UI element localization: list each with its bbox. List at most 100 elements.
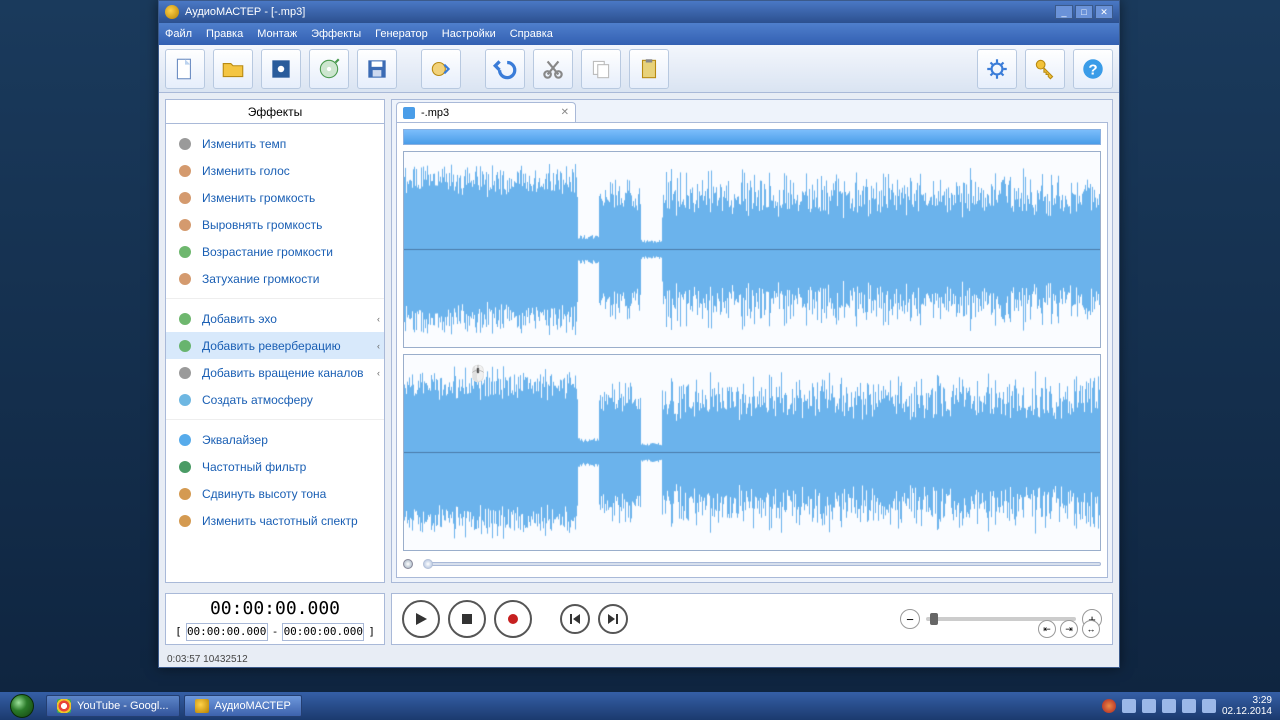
effect-item[interactable]: Частотный фильтр	[166, 453, 384, 480]
waveform-right[interactable]	[403, 354, 1101, 551]
range-separator: -	[272, 625, 279, 638]
effect-item[interactable]: Эквалайзер	[166, 426, 384, 453]
chevron-right-icon: ‹	[377, 368, 380, 378]
minimize-button[interactable]: _	[1055, 5, 1073, 19]
cd-import-button[interactable]	[309, 49, 349, 89]
menu-file[interactable]: Файл	[165, 28, 192, 40]
effect-label: Затухание громкости	[202, 272, 319, 286]
maximize-button[interactable]: □	[1075, 5, 1093, 19]
overview-waveform[interactable]	[403, 129, 1101, 145]
tray-icon[interactable]	[1162, 699, 1176, 713]
help-button[interactable]: ?	[1073, 49, 1113, 89]
nav-start-button[interactable]: ⇤	[1038, 620, 1056, 638]
menu-settings[interactable]: Настройки	[442, 28, 496, 40]
effect-item[interactable]: Сдвинуть высоту тона	[166, 480, 384, 507]
taskbar-item-app[interactable]: АудиоМАСТЕР	[184, 695, 302, 717]
menu-montage[interactable]: Монтаж	[257, 28, 297, 40]
effect-item[interactable]: Изменить частотный спектр	[166, 507, 384, 534]
toolbar: ?	[159, 45, 1119, 93]
cut-button[interactable]	[533, 49, 573, 89]
start-button[interactable]	[0, 692, 44, 720]
menu-edit[interactable]: Правка	[206, 28, 243, 40]
effect-label: Добавить вращение каналов	[202, 366, 364, 380]
nav-end-button[interactable]: ⇥	[1060, 620, 1078, 638]
effect-item[interactable]: Затухание громкости	[166, 265, 384, 292]
record-button[interactable]	[494, 600, 532, 638]
effect-item[interactable]: Добавить реверберацию‹	[166, 332, 384, 359]
eq-icon	[176, 431, 194, 449]
taskbar-item-browser[interactable]: YouTube - Googl...	[46, 695, 180, 717]
volume-icon	[176, 189, 194, 207]
voice-icon	[176, 162, 194, 180]
titlebar[interactable]: АудиоМАСТЕР - [-.mp3] _ □ ✕	[159, 1, 1119, 23]
rotate-icon	[176, 364, 194, 382]
stop-button[interactable]	[448, 600, 486, 638]
time-panel: 00:00:00.000 [ - ]	[165, 593, 385, 645]
atmos-icon	[176, 391, 194, 409]
app-icon	[165, 5, 179, 19]
undo-button[interactable]	[485, 49, 525, 89]
paste-button[interactable]	[629, 49, 669, 89]
bracket-left: [	[175, 625, 182, 638]
taskbar[interactable]: YouTube - Googl... АудиоМАСТЕР 3:29 02.1…	[0, 692, 1280, 720]
effect-item[interactable]: Добавить эхо‹	[166, 305, 384, 332]
effect-item[interactable]: Выровнять громкость	[166, 211, 384, 238]
effect-item[interactable]: Возрастание громкости	[166, 238, 384, 265]
close-button[interactable]: ✕	[1095, 5, 1113, 19]
waveform-left[interactable]	[403, 151, 1101, 348]
effect-label: Частотный фильтр	[202, 460, 306, 474]
effect-item[interactable]: Изменить громкость	[166, 184, 384, 211]
effect-label: Эквалайзер	[202, 433, 268, 447]
menu-generator[interactable]: Генератор	[375, 28, 428, 40]
menu-effects[interactable]: Эффекты	[311, 28, 361, 40]
open-button[interactable]	[213, 49, 253, 89]
effect-label: Создать атмосферу	[202, 393, 313, 407]
selection-end-input[interactable]	[282, 623, 364, 641]
level-icon	[176, 216, 194, 234]
echo-icon	[176, 310, 194, 328]
nav-fit-button[interactable]: ↔	[1082, 620, 1100, 638]
effect-label: Изменить громкость	[202, 191, 315, 205]
effect-item[interactable]: Изменить темп	[166, 130, 384, 157]
tab-close-icon[interactable]: ✕	[561, 107, 569, 118]
bracket-right: ]	[368, 625, 375, 638]
status-bar: 0:03:57 10432512	[159, 651, 1119, 667]
play-button[interactable]	[402, 600, 440, 638]
tab-filename: -.mp3	[421, 107, 449, 119]
position-slider[interactable]	[403, 557, 1101, 571]
record-source-button[interactable]	[421, 49, 461, 89]
tray-clock[interactable]: 3:29 02.12.2014	[1222, 695, 1272, 717]
settings-button[interactable]	[977, 49, 1017, 89]
prev-button[interactable]	[560, 604, 590, 634]
video-import-button[interactable]	[261, 49, 301, 89]
taskbar-label: YouTube - Googl...	[77, 700, 169, 712]
next-button[interactable]	[598, 604, 628, 634]
effect-label: Изменить частотный спектр	[202, 514, 358, 528]
effect-item[interactable]: Добавить вращение каналов ‹	[166, 359, 384, 386]
license-key-button[interactable]	[1025, 49, 1065, 89]
tray-icon[interactable]	[1182, 699, 1196, 713]
app-window: АудиоМАСТЕР - [-.mp3] _ □ ✕ Файл Правка …	[158, 0, 1120, 668]
spectrum-icon	[176, 512, 194, 530]
menu-help[interactable]: Справка	[510, 28, 553, 40]
new-button[interactable]	[165, 49, 205, 89]
tray-icon[interactable]	[1122, 699, 1136, 713]
tray-icon[interactable]	[1142, 699, 1156, 713]
effect-label: Добавить эхо	[202, 312, 277, 326]
file-tab[interactable]: -.mp3 ✕	[396, 102, 576, 122]
copy-button[interactable]	[581, 49, 621, 89]
effect-item[interactable]: Изменить голос	[166, 157, 384, 184]
tray-icon[interactable]	[1102, 699, 1116, 713]
windows-orb-icon	[10, 694, 34, 718]
effect-item[interactable]: Создать атмосферу	[166, 386, 384, 413]
effect-label: Сдвинуть высоту тона	[202, 487, 326, 501]
chevron-right-icon: ‹	[377, 341, 380, 351]
zoom-out-button[interactable]: −	[900, 609, 920, 629]
selection-start-input[interactable]	[186, 623, 268, 641]
fadeout-icon	[176, 270, 194, 288]
clock-icon	[176, 135, 194, 153]
save-button[interactable]	[357, 49, 397, 89]
tray-time: 3:29	[1222, 695, 1272, 706]
tray-volume-icon[interactable]	[1202, 699, 1216, 713]
effect-label: Изменить голос	[202, 164, 290, 178]
